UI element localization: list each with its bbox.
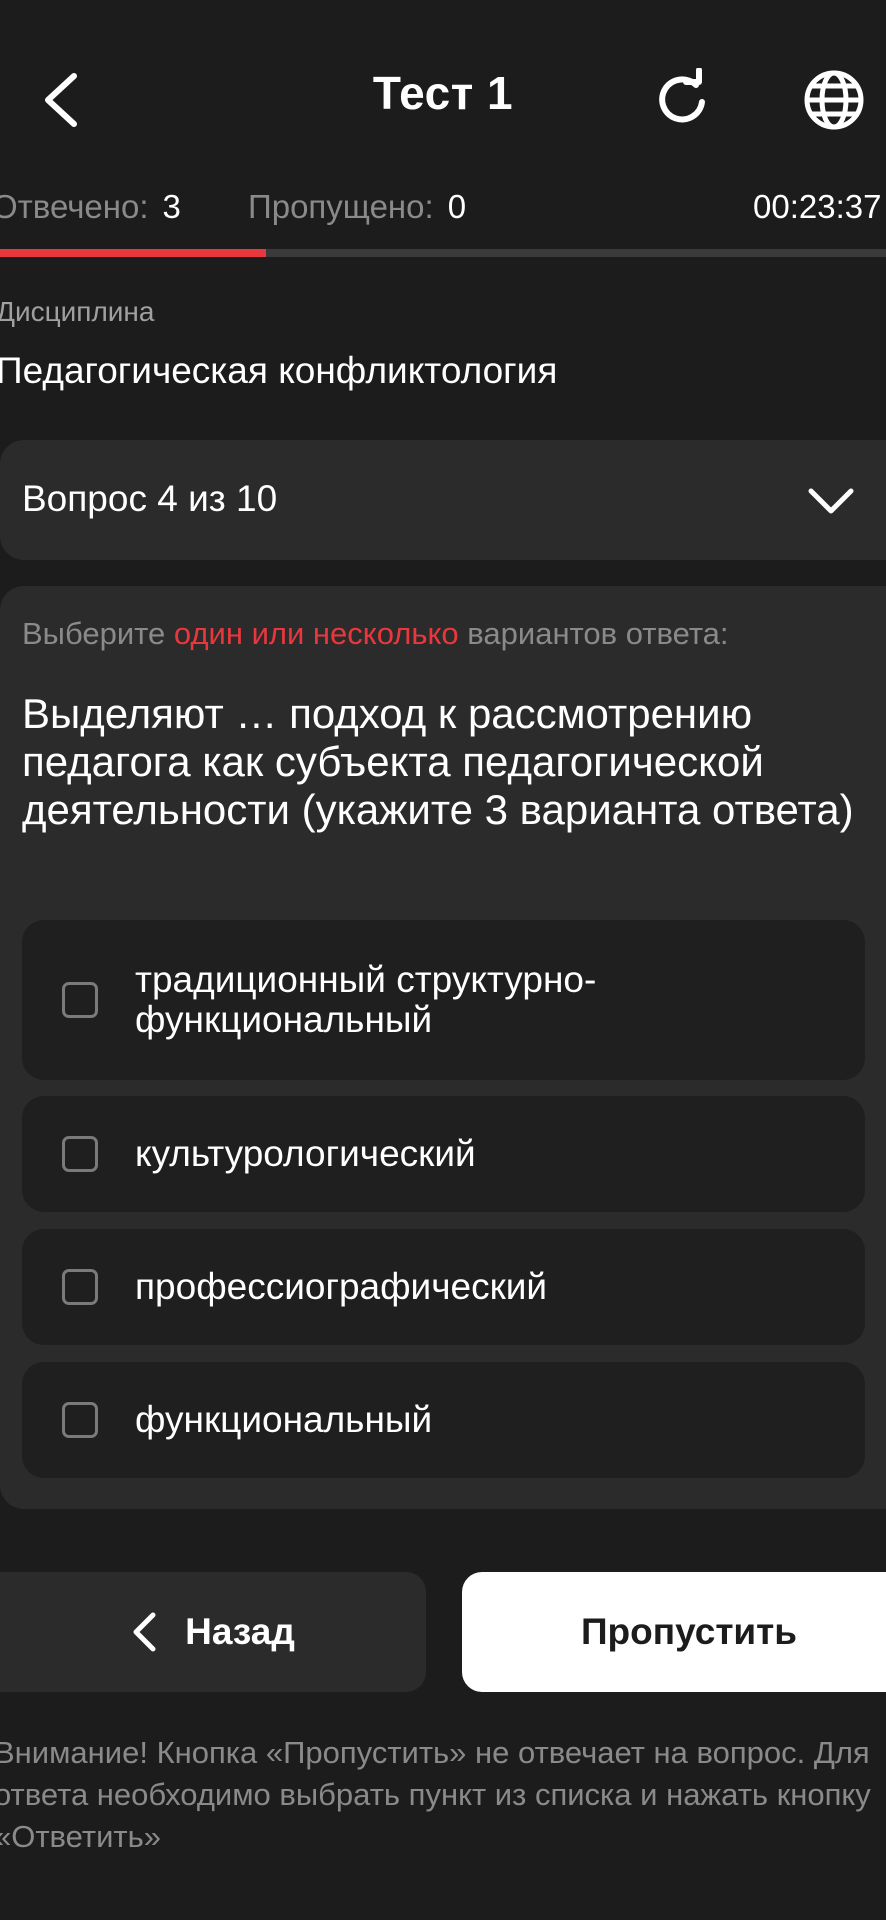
question-selector[interactable]: Вопрос 4 из 10 [0, 440, 886, 560]
question-selector-toggle[interactable] [796, 466, 866, 536]
reload-button[interactable] [644, 60, 724, 140]
option-checkbox[interactable] [62, 1402, 98, 1438]
question-text: Выделяют … подход к рассмотрению педагог… [22, 690, 854, 833]
language-button[interactable] [794, 60, 874, 140]
question-card: Выберите один или несколько вариантов от… [0, 586, 886, 1509]
skipped-value: 0 [447, 188, 467, 225]
option-checkbox[interactable] [62, 1269, 98, 1305]
skip-button[interactable]: Пропустить [462, 1572, 886, 1692]
answered-counter: Отвечено: 3 [0, 188, 181, 226]
option-checkbox[interactable] [62, 982, 98, 1018]
reload-icon [659, 68, 705, 123]
skip-notice: Внимание! Кнопка «Пропустить» не отвечае… [0, 1735, 871, 1854]
back-nav-button-label: Назад [185, 1611, 295, 1652]
option-label: культурологический [135, 1133, 476, 1174]
instruction-prefix: Выберите [22, 616, 166, 651]
discipline-label: Дисциплина [0, 296, 155, 327]
chevron-left-icon [133, 1612, 156, 1652]
back-nav-button[interactable]: Назад [0, 1572, 426, 1692]
question-selector-label: Вопрос 4 из 10 [22, 478, 278, 519]
page-title: Тест 1 [372, 67, 514, 119]
skipped-label: Пропущено: [248, 188, 434, 225]
answered-value: 3 [162, 188, 181, 225]
stats-row: Отвечено: 3 Пропущено: 0 00:23:37 [0, 188, 886, 232]
option-checkbox[interactable] [62, 1136, 98, 1172]
timer: 00:23:37 [753, 188, 882, 225]
globe-icon [804, 70, 864, 130]
progress-bar-fill [0, 249, 266, 257]
top-bar: Тест 1 [0, 0, 886, 196]
question-instruction: Выберите один или несколько вариантов от… [22, 616, 729, 652]
option-label: традиционный структурно-функциональный [135, 959, 597, 1040]
discipline-name: Педагогическая конфликтология [0, 350, 558, 391]
chevron-down-icon [808, 488, 854, 514]
skipped-counter: Пропущено: 0 [248, 188, 466, 226]
option-label: профессиографический [135, 1266, 548, 1307]
answer-option[interactable]: профессиографический [22, 1229, 865, 1345]
instruction-suffix: вариантов ответа: [467, 616, 729, 651]
answer-option[interactable]: функциональный [22, 1362, 865, 1478]
skip-button-label: Пропустить [580, 1611, 798, 1652]
answered-label: Отвечено: [0, 188, 149, 225]
answer-option[interactable]: традиционный структурно-функциональный [22, 920, 865, 1080]
progress-bar [0, 249, 886, 257]
instruction-accent: один или несколько [173, 616, 459, 651]
option-label: функциональный [135, 1399, 433, 1440]
answer-option[interactable]: культурологический [22, 1096, 865, 1212]
